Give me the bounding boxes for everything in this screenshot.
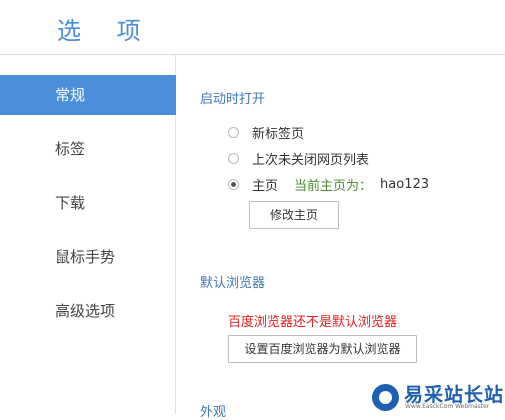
sidebar: 常规 标签 下载 鼠标手势 高级选项 <box>0 55 176 414</box>
option-label: 新标签页 <box>252 126 305 142</box>
startup-option-home[interactable]: 主页 当前主页为： hao123 <box>228 176 430 194</box>
startup-option-last-session[interactable]: 上次未关闭网页列表 <box>228 150 370 168</box>
sidebar-item-general[interactable]: 常规 <box>0 75 176 115</box>
startup-section-title: 启动时打开 <box>200 92 266 107</box>
current-home-value: hao123 <box>380 176 430 192</box>
page-title: 选 项 <box>57 17 155 45</box>
sidebar-item-advanced[interactable]: 高级选项 <box>0 291 176 331</box>
sidebar-item-label: 常规 <box>55 86 86 104</box>
sidebar-item-mouse-gestures[interactable]: 鼠标手势 <box>0 237 176 277</box>
options-header: 选 项 <box>0 0 505 55</box>
default-browser-section-title: 默认浏览器 <box>200 276 266 291</box>
radio-button[interactable] <box>228 152 239 164</box>
radio-button-selected[interactable] <box>228 178 239 190</box>
sidebar-item-tabs[interactable]: 标签 <box>0 129 176 169</box>
radio-dot <box>231 181 236 187</box>
watermark-logo: 易采站长站 Www.EasckCom Webmaster <box>368 378 505 414</box>
current-home-label: 当前主页为： <box>294 178 373 194</box>
brand-logo-icon <box>372 384 399 411</box>
sidebar-item-label: 下载 <box>55 194 86 212</box>
sidebar-item-label: 高级选项 <box>55 302 116 320</box>
sidebar-item-label: 鼠标手势 <box>55 248 116 266</box>
option-label: 上次未关闭网页列表 <box>252 152 370 168</box>
sidebar-item-label: 标签 <box>55 140 86 158</box>
radio-button[interactable] <box>228 126 239 138</box>
set-default-browser-button[interactable]: 设置百度浏览器为默认浏览器 <box>228 335 417 363</box>
default-browser-warning: 百度浏览器还不是默认浏览器 <box>228 315 398 330</box>
modify-home-button[interactable]: 修改主页 <box>249 201 339 229</box>
sidebar-item-downloads[interactable]: 下载 <box>0 183 176 223</box>
option-label: 主页 <box>252 178 279 194</box>
appearance-section-title: 外观 <box>200 405 227 420</box>
watermark-subtitle: Www.EasckCom Webmaster <box>405 403 490 410</box>
startup-option-new-tab[interactable]: 新标签页 <box>228 124 305 142</box>
